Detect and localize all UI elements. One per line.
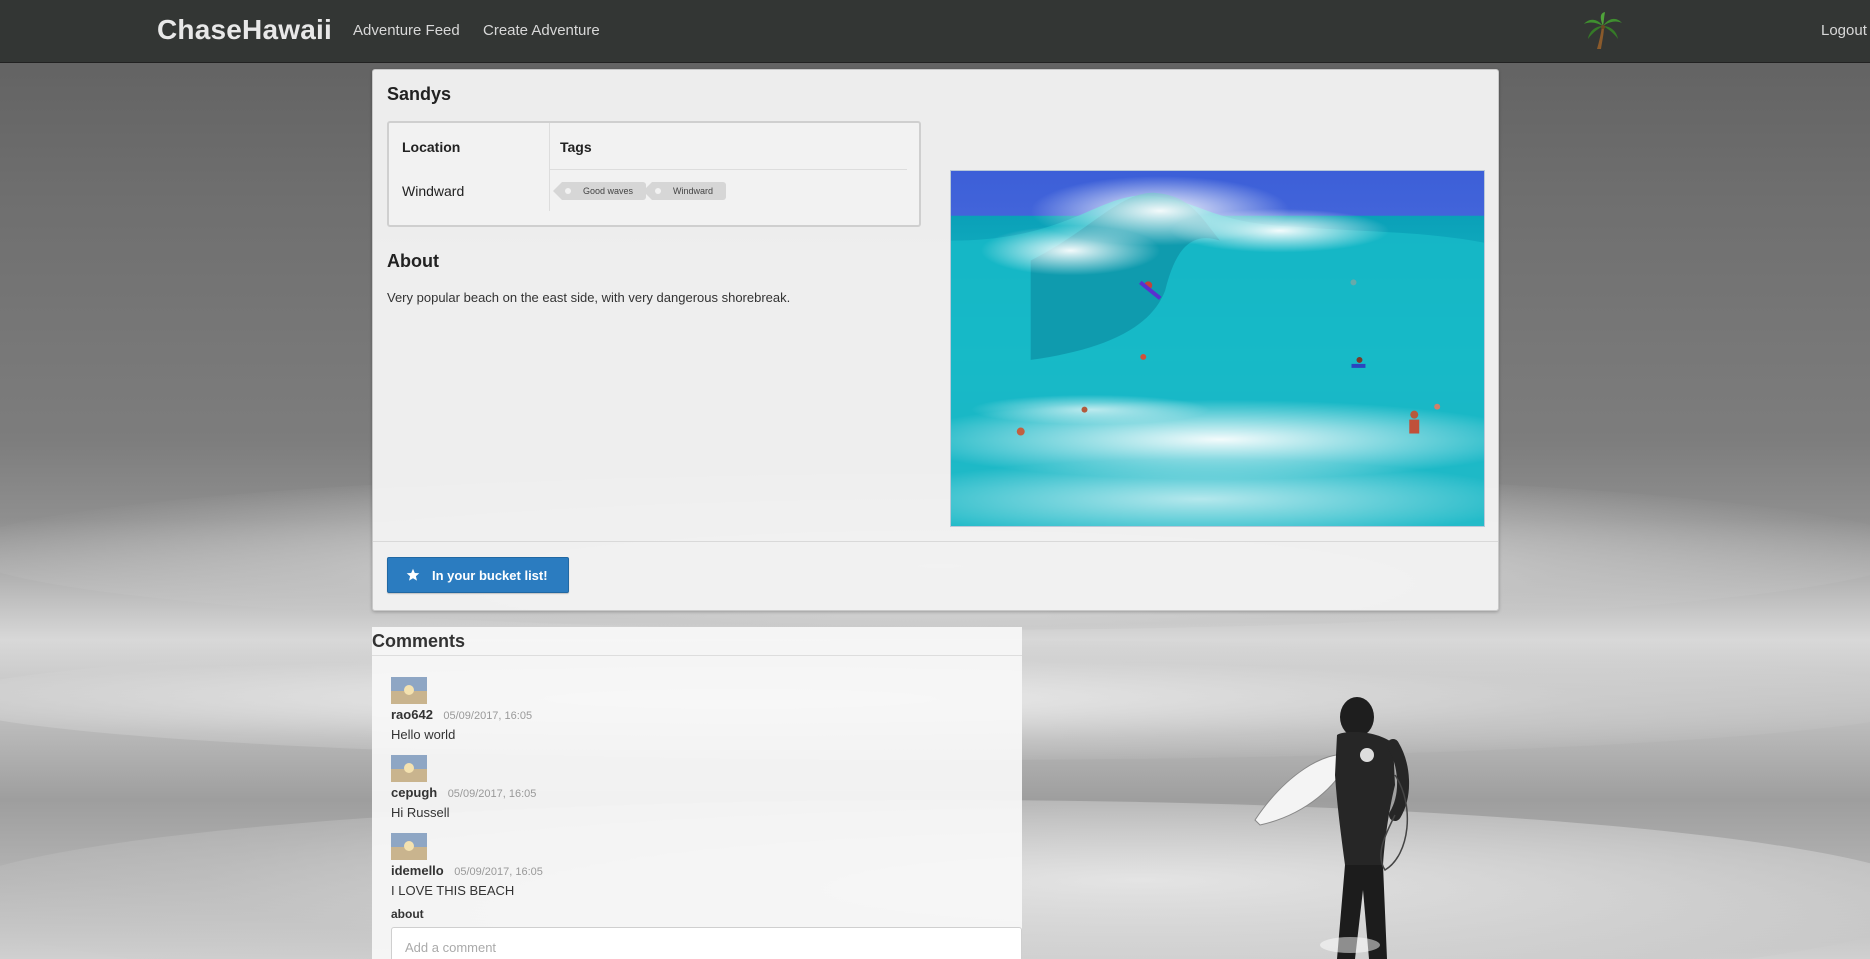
adventure-photo <box>950 170 1485 527</box>
comment-date: 05/09/2017, 16:05 <box>443 710 533 722</box>
comment-text: Hi Russell <box>391 805 450 820</box>
top-navbar: ChaseHawaii Adventure Feed Create Advent… <box>0 0 1870 63</box>
location-value: Windward <box>402 183 465 199</box>
bucket-list-label: In your bucket list! <box>432 567 548 583</box>
about-heading: About <box>387 251 439 271</box>
comment-item: cepugh 05/09/2017, 16:05 Hi Russell <box>391 755 991 820</box>
surfer-figure <box>1254 697 1410 959</box>
location-header: Location <box>402 139 461 155</box>
avatar <box>391 833 427 860</box>
tag-windward[interactable]: Windward <box>643 182 727 200</box>
brand-logo-text[interactable]: ChaseHawaii <box>157 14 332 46</box>
adventure-card: Sandys Location Tags Windward Good waves… <box>372 69 1499 611</box>
comment-date: 05/09/2017, 16:05 <box>447 788 537 800</box>
avatar <box>391 677 427 704</box>
star-icon <box>406 568 420 581</box>
comment-author[interactable]: idemello <box>391 863 444 878</box>
adventure-info-table: Location Tags Windward Good waves Windwa… <box>387 121 921 227</box>
nav-create-adventure[interactable]: Create Adventure <box>483 22 600 39</box>
about-description: Very popular beach on the east side, wit… <box>387 290 791 305</box>
logout-link[interactable]: Logout <box>1821 22 1867 39</box>
bucket-list-button[interactable]: In your bucket list! <box>387 557 569 593</box>
comment-author[interactable]: rao642 <box>391 707 433 722</box>
comment-item: idemello 05/09/2017, 16:05 I LOVE THIS B… <box>391 833 991 898</box>
comment-text: Hello world <box>391 727 456 742</box>
comment-form-label: about <box>391 907 424 921</box>
tag-list: Good waves Windward <box>552 182 727 200</box>
comment-date: 05/09/2017, 16:05 <box>454 866 543 878</box>
comments-heading: Comments <box>372 631 466 651</box>
comment-author[interactable]: cepugh <box>391 785 437 800</box>
tag-good-waves[interactable]: Good waves <box>552 182 647 200</box>
comment-item: rao642 05/09/2017, 16:05 Hello world <box>391 677 991 742</box>
tags-header: Tags <box>560 139 592 155</box>
comment-text: I LOVE THIS BEACH <box>391 883 515 898</box>
comments-panel: Comments rao642 05/09/2017, 16:05 Hello … <box>372 627 1022 959</box>
nav-adventure-feed[interactable]: Adventure Feed <box>353 22 460 39</box>
comment-input[interactable] <box>391 927 1022 959</box>
adventure-title: Sandys <box>387 84 452 104</box>
palm-tree-icon <box>1584 12 1622 49</box>
avatar <box>391 755 427 782</box>
